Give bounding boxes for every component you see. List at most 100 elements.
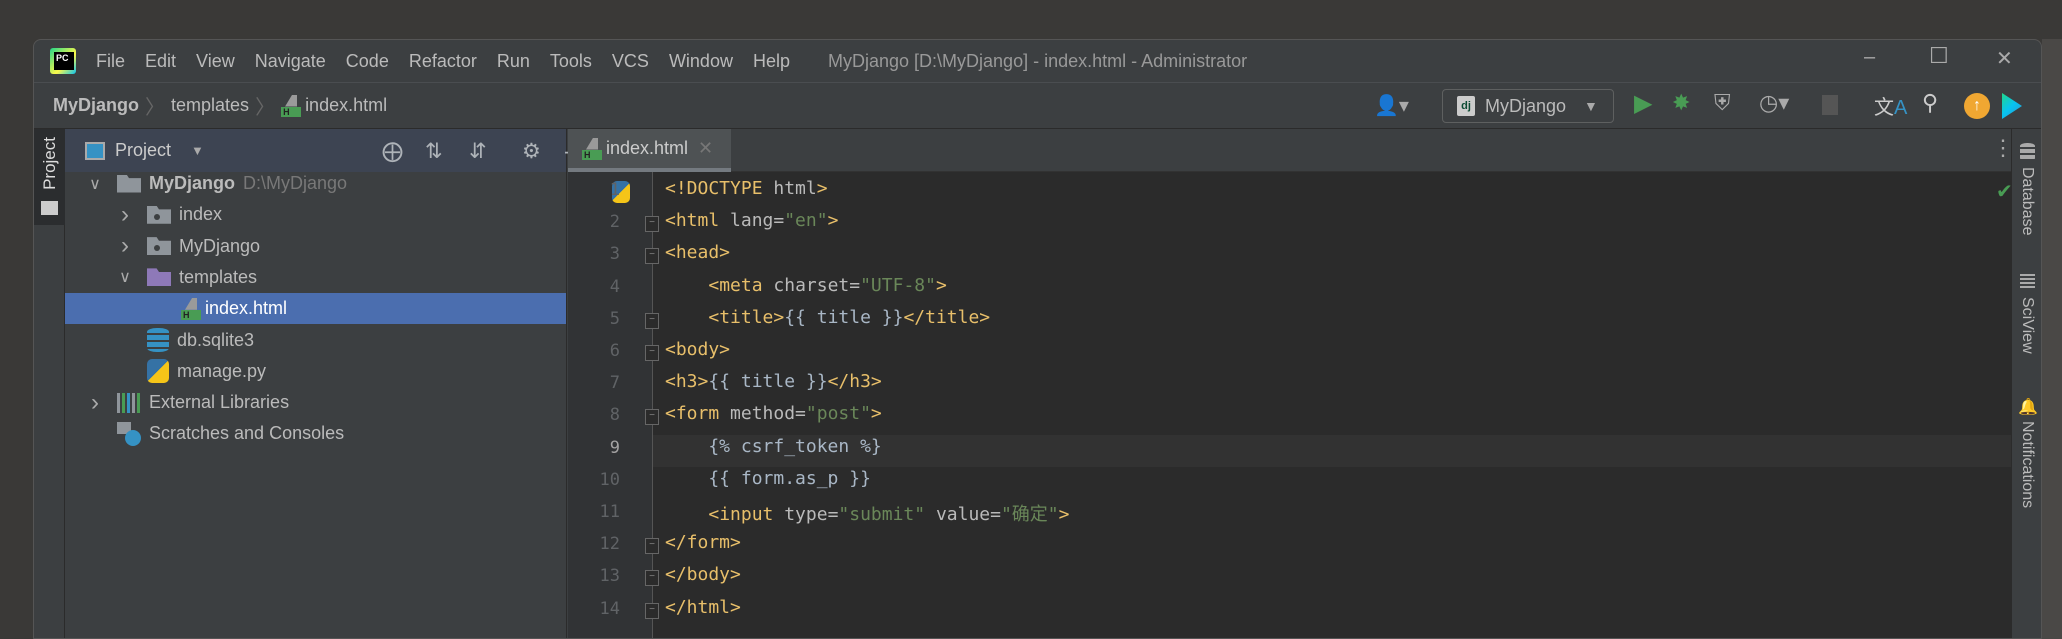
- fold-marker-icon[interactable]: −: [645, 345, 659, 361]
- gear-icon[interactable]: ⚙: [522, 139, 541, 164]
- close-tab-icon[interactable]: ✕: [698, 138, 713, 159]
- coverage-icon[interactable]: ⛨: [1714, 90, 1731, 116]
- menu-refactor[interactable]: Refactor: [409, 51, 477, 72]
- tool-sciview[interactable]: SciView: [2018, 297, 2036, 354]
- django-icon: dj: [1457, 96, 1475, 116]
- module-folder-icon: [147, 237, 171, 256]
- minimize-button[interactable]: –: [1864, 46, 1875, 69]
- fold-marker-icon[interactable]: −: [645, 570, 659, 587]
- code-line[interactable]: </body>: [665, 564, 741, 585]
- code-line[interactable]: <body>: [665, 339, 730, 360]
- project-panel: Project ▼ ⨁ ⇅ ⇵ ⚙ — ∨ MyDjango D:\MyDjango…: [65, 129, 591, 638]
- navigation-bar: MyDjango 〉 templates 〉 index.html 👤▾ dj …: [34, 83, 2041, 129]
- menu-edit[interactable]: Edit: [145, 51, 176, 72]
- tree-item[interactable]: › External Libraries: [65, 387, 566, 418]
- code-line[interactable]: <head>: [665, 242, 730, 263]
- tree-item[interactable]: Scratches and Consoles: [65, 418, 566, 449]
- fold-marker-icon[interactable]: −: [645, 538, 659, 555]
- tree-item-label: MyDjango: [149, 173, 236, 193]
- chevron-right-icon[interactable]: ›: [87, 389, 103, 417]
- tree-item[interactable]: ∨ MyDjango D:\MyDjango: [65, 168, 566, 199]
- close-button[interactable]: ✕: [1996, 46, 2013, 71]
- code-line[interactable]: <form method="post">: [665, 403, 882, 424]
- code-token: {{ form.as_p }}: [665, 467, 871, 489]
- tab-index-html[interactable]: index.html ✕: [568, 129, 731, 172]
- menu-run[interactable]: Run: [497, 51, 530, 72]
- code-line[interactable]: <meta charset="UTF-8">: [665, 275, 946, 296]
- line-number: 12: [599, 534, 620, 555]
- breadcrumb-templates[interactable]: templates: [171, 95, 249, 116]
- jetbrains-toolbox-icon[interactable]: [2002, 93, 2022, 119]
- update-icon[interactable]: ↑: [1964, 93, 1990, 119]
- html-file-icon: [582, 138, 602, 160]
- tree-item-label: templates: [179, 266, 258, 287]
- translate-icon[interactable]: 文A: [1874, 91, 1907, 120]
- fold-marker-icon[interactable]: −: [645, 216, 659, 233]
- menu-tools[interactable]: Tools: [550, 51, 592, 72]
- code-token: >: [1058, 504, 1070, 525]
- stop-icon[interactable]: [1822, 95, 1838, 115]
- editor[interactable]: index.html ✕ ⋮ ✔ 1<!DOCTYPE html>2−<html…: [568, 129, 2014, 638]
- code-token: <title>: [708, 306, 785, 328]
- tree-item-label: db.sqlite3: [177, 329, 255, 350]
- code-token: <html: [665, 210, 731, 232]
- profile-icon[interactable]: ◷▾: [1759, 90, 1789, 116]
- tree-item[interactable]: › MyDjango: [65, 231, 566, 262]
- code-line[interactable]: {{ form.as_p }}: [665, 468, 871, 489]
- tree-item[interactable]: › index: [65, 199, 566, 230]
- code-line[interactable]: <title>{{ title }}</title>: [665, 307, 990, 328]
- menu-code[interactable]: Code: [346, 51, 389, 72]
- chevron-right-icon[interactable]: ›: [117, 201, 133, 229]
- project-panel-title[interactable]: Project: [115, 140, 171, 161]
- menu-navigate[interactable]: Navigate: [255, 51, 326, 72]
- chevron-down-icon[interactable]: ∨: [117, 267, 133, 287]
- vcs-user-icon[interactable]: 👤▾: [1374, 93, 1409, 118]
- project-tool-tab[interactable]: Project: [34, 129, 65, 225]
- scratches-icon: [117, 421, 141, 446]
- maximize-button[interactable]: ☐: [1929, 43, 1949, 69]
- breadcrumb-project[interactable]: MyDjango: [53, 95, 139, 116]
- chevron-down-icon[interactable]: ∨: [87, 174, 103, 194]
- menu-window[interactable]: Window: [669, 51, 733, 72]
- tool-database[interactable]: Database: [2018, 167, 2036, 236]
- project-view-icon: [85, 141, 105, 160]
- breadcrumb-file[interactable]: index.html: [305, 95, 387, 116]
- chevron-right-icon[interactable]: ›: [117, 232, 133, 260]
- debug-icon[interactable]: ✸: [1672, 90, 1690, 116]
- project-panel-header: Project ▼ ⨁ ⇅ ⇵ ⚙ —: [65, 129, 591, 172]
- chevron-down-icon[interactable]: ▼: [191, 143, 204, 158]
- collapse-all-icon[interactable]: ⇵: [469, 139, 487, 164]
- menu-help[interactable]: Help: [753, 51, 790, 72]
- fold-marker-icon[interactable]: −: [645, 602, 659, 619]
- tree-item-label: External Libraries: [149, 392, 290, 413]
- fold-marker-icon[interactable]: −: [645, 312, 659, 329]
- fold-marker-icon[interactable]: −: [645, 248, 659, 265]
- locate-icon[interactable]: ⨁: [382, 139, 403, 164]
- menu-view[interactable]: View: [196, 51, 235, 72]
- tree-item[interactable]: ∨ templates: [65, 262, 566, 293]
- tool-notifications[interactable]: Notifications: [2018, 421, 2036, 508]
- code-line[interactable]: {% csrf_token %}: [665, 436, 881, 457]
- menu-file[interactable]: File: [96, 51, 125, 72]
- code-line[interactable]: <input type="submit" value="确定">: [665, 500, 1070, 526]
- code-token: </title>: [903, 306, 991, 328]
- code-line[interactable]: </form>: [665, 532, 741, 553]
- code-line[interactable]: <html lang="en">: [665, 210, 838, 231]
- run-config-select[interactable]: dj MyDjango ▼: [1442, 89, 1614, 123]
- expand-all-icon[interactable]: ⇅: [425, 139, 443, 164]
- module-folder-icon: [147, 205, 171, 224]
- code-token: "post": [805, 403, 871, 425]
- search-icon[interactable]: ⚲: [1922, 90, 1938, 116]
- code-line[interactable]: </html>: [665, 597, 741, 618]
- code-token: </form>: [665, 532, 741, 554]
- tree-item[interactable]: index.html: [65, 293, 566, 325]
- tree-item-label: index: [179, 204, 223, 225]
- run-icon[interactable]: ▶: [1634, 89, 1652, 118]
- tree-item[interactable]: manage.py: [65, 356, 566, 387]
- fold-marker-icon[interactable]: −: [645, 409, 659, 426]
- tree-item[interactable]: db.sqlite3: [65, 325, 566, 356]
- menu-vcs[interactable]: VCS: [612, 51, 649, 72]
- code-line[interactable]: <!DOCTYPE html>: [665, 178, 828, 199]
- code-line[interactable]: <h3>{{ title }}</h3>: [665, 371, 882, 392]
- libraries-icon: [117, 392, 141, 413]
